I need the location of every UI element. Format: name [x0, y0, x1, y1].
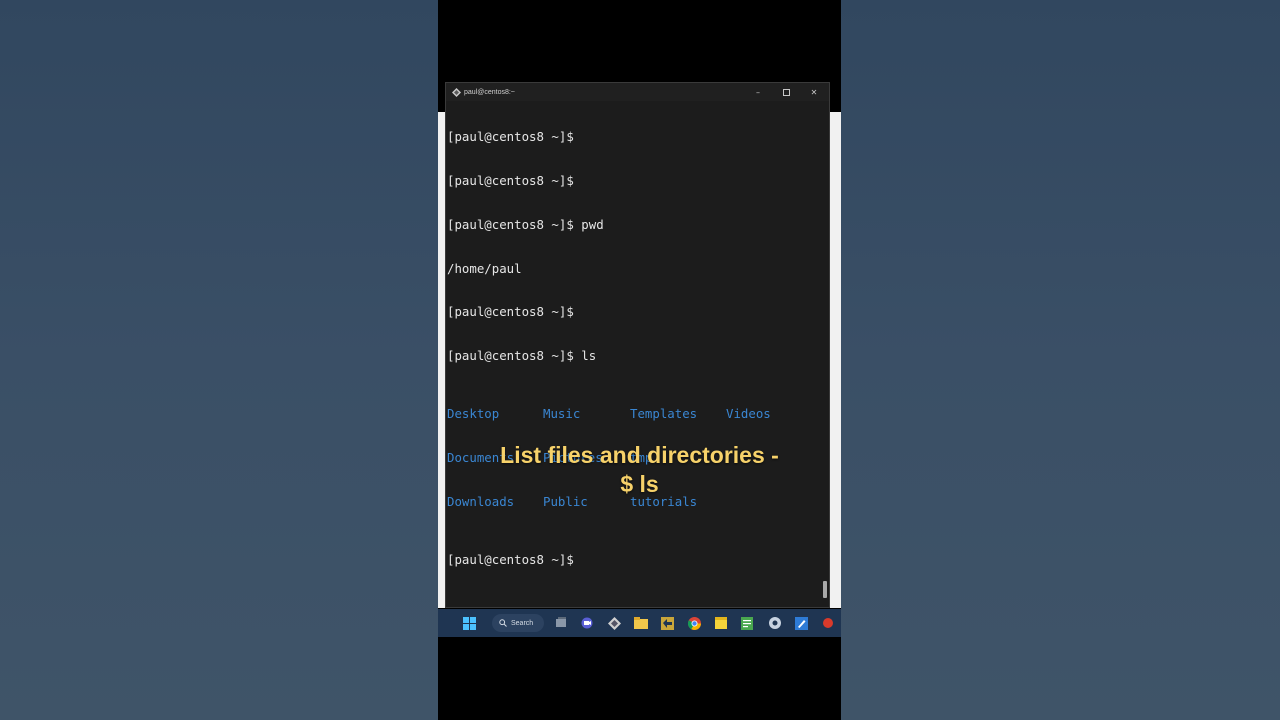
sticky-notes-icon[interactable]: [714, 616, 728, 630]
minimize-button[interactable]: –: [747, 83, 769, 101]
putty-icon[interactable]: [607, 616, 621, 630]
meet-icon[interactable]: [580, 616, 594, 630]
directory-entry: Music: [543, 406, 581, 422]
putty-icon: [452, 87, 461, 97]
chrome-icon[interactable]: [687, 616, 701, 630]
file-explorer-icon[interactable]: [634, 616, 648, 630]
window-title: paul@centos8:~: [464, 88, 515, 96]
directory-entry: Templates: [630, 406, 698, 422]
taskbar-search[interactable]: Search: [492, 614, 544, 632]
directory-entry: Desktop: [447, 406, 500, 422]
terminal-output[interactable]: [paul@centos8 ~]$ [paul@centos8 ~]$ [pau…: [447, 101, 819, 607]
desktop-background-left: [0, 0, 438, 720]
taskbar: Search: [438, 609, 841, 637]
task-view-icon[interactable]: [554, 616, 568, 630]
winscp-icon[interactable]: [660, 616, 674, 630]
video-frame: paul@centos8:~ – ✕ [paul@centos8 ~]$ [pa…: [438, 0, 841, 720]
directory-entry: Videos: [726, 406, 771, 422]
caption-line-2: $ ls: [620, 471, 659, 497]
settings-icon[interactable]: [768, 616, 782, 630]
terminal-window[interactable]: paul@centos8:~ – ✕ [paul@centos8 ~]$ [pa…: [445, 82, 830, 608]
desktop-background-right: [841, 0, 1280, 720]
terminal-titlebar[interactable]: paul@centos8:~ – ✕: [446, 83, 829, 101]
notepad-icon[interactable]: [740, 616, 754, 630]
windows-start-icon[interactable]: [462, 616, 476, 630]
terminal-line: [paul@centos8 ~]$ pwd: [447, 216, 604, 232]
terminal-line: [paul@centos8 ~]$: [447, 172, 574, 188]
paint-icon[interactable]: [794, 616, 808, 630]
ls-output-row: Desktop Music Templates Videos: [447, 407, 819, 422]
maximize-button[interactable]: [775, 83, 797, 101]
record-icon[interactable]: [821, 616, 835, 630]
search-label: Search: [511, 619, 534, 627]
terminal-line: [paul@centos8 ~]$: [447, 129, 574, 145]
video-caption: List files and directories - $ ls: [438, 441, 841, 499]
terminal-prompt: [paul@centos8 ~]$: [447, 552, 574, 568]
terminal-line: /home/paul: [447, 260, 522, 276]
caption-line-1: List files and directories -: [500, 442, 779, 468]
terminal-line: [paul@centos8 ~]$ ls: [447, 348, 597, 364]
scrollbar-thumb[interactable]: [823, 581, 827, 598]
close-button[interactable]: ✕: [803, 83, 825, 101]
terminal-line: [paul@centos8 ~]$: [447, 304, 574, 320]
search-icon: [499, 619, 507, 627]
